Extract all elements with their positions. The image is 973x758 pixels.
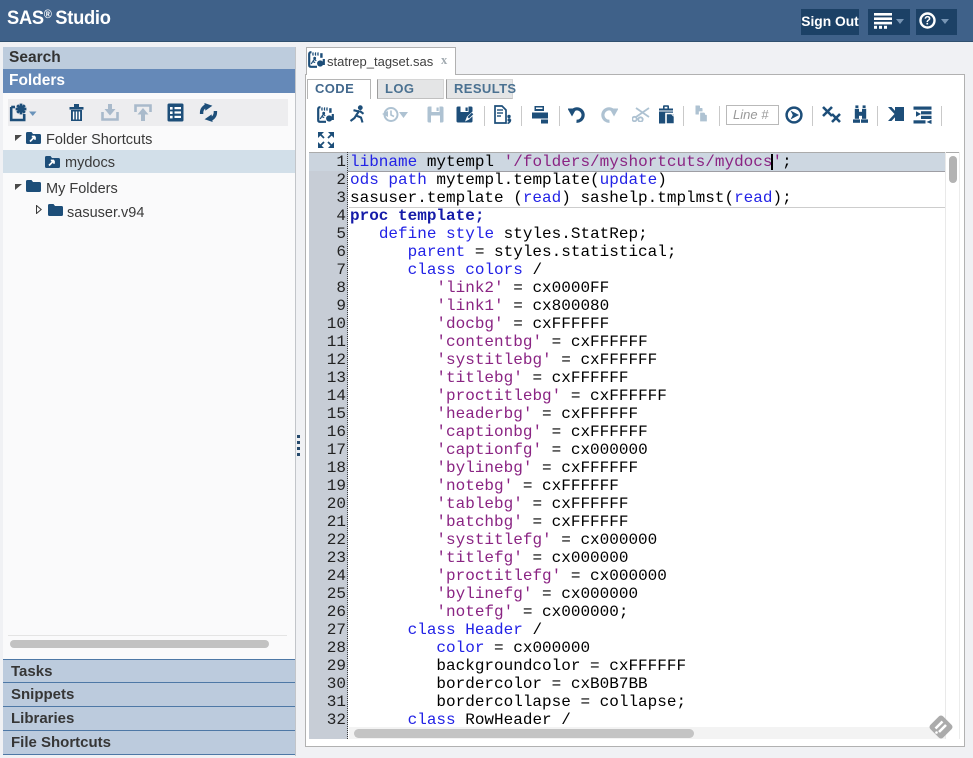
svg-text:?: ? (924, 16, 931, 28)
